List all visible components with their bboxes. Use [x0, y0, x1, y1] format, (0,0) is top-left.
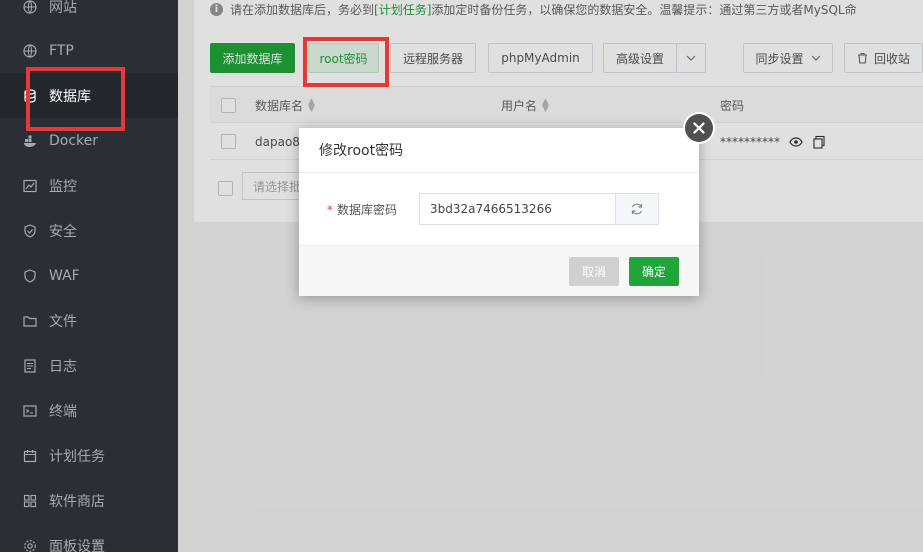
sidebar-item-security[interactable]: 安全 [0, 208, 178, 253]
close-icon [685, 114, 713, 142]
close-button[interactable] [683, 112, 715, 144]
sidebar-item-website[interactable]: 网站 [0, 0, 178, 29]
sidebar-item-logs[interactable]: 日志 [0, 343, 178, 388]
sidebar-item-label: FTP [49, 42, 74, 59]
sidebar-item-label: 软件商店 [49, 493, 105, 510]
sidebar-item-settings[interactable]: 面板设置 [0, 523, 178, 552]
password-input[interactable]: 3bd32a7466513266 [419, 193, 616, 225]
cancel-button[interactable]: 取消 [569, 257, 619, 286]
calendar-icon [23, 449, 37, 463]
generate-password-button[interactable] [615, 193, 659, 225]
dialog-title: 修改root密码 [299, 128, 699, 173]
log-icon [23, 358, 37, 373]
sidebar-item-label: 安全 [49, 223, 77, 240]
sidebar-item-terminal[interactable]: 终端 [0, 388, 178, 433]
sidebar-item-label: WAF [49, 267, 80, 284]
sidebar-item-label: 面板设置 [49, 538, 105, 552]
folder-icon [23, 314, 37, 328]
confirm-button[interactable]: 确定 [629, 257, 679, 286]
grid-icon [23, 494, 37, 508]
sidebar-item-store[interactable]: 软件商店 [0, 478, 178, 523]
shield-icon [23, 223, 37, 238]
password-label-text: 数据库密码 [337, 203, 398, 217]
sidebar-item-files[interactable]: 文件 [0, 298, 178, 343]
root-password-dialog: 修改root密码 * 数据库密码 3bd32a7466513266 取消 确定 [299, 112, 715, 296]
docker-icon [23, 134, 37, 148]
dialog-footer: 取消 确定 [299, 245, 699, 296]
required-mark: * [327, 203, 333, 217]
terminal-icon [23, 404, 37, 418]
globe-icon [23, 43, 37, 58]
sidebar-item-label: 日志 [49, 358, 77, 375]
globe-icon [23, 0, 37, 14]
sidebar-item-label: 监控 [49, 178, 77, 195]
sidebar-item-label: Docker [49, 132, 99, 149]
password-field-label: * 数据库密码 [327, 201, 397, 218]
highlight-root-password [303, 37, 389, 87]
sidebar-item-waf[interactable]: WAF [0, 253, 178, 298]
sidebar-item-cron[interactable]: 计划任务 [0, 433, 178, 478]
sidebar-item-label: 网站 [49, 0, 77, 16]
sidebar-item-label: 文件 [49, 313, 77, 330]
shield-icon [23, 268, 37, 283]
sidebar-item-label: 计划任务 [49, 448, 105, 465]
sidebar-item-label: 终端 [49, 403, 77, 420]
sidebar-item-monitor[interactable]: 监控 [0, 163, 178, 208]
gear-icon [23, 539, 37, 552]
highlight-database [26, 67, 125, 131]
refresh-icon [631, 203, 643, 215]
monitor-icon [23, 179, 37, 193]
